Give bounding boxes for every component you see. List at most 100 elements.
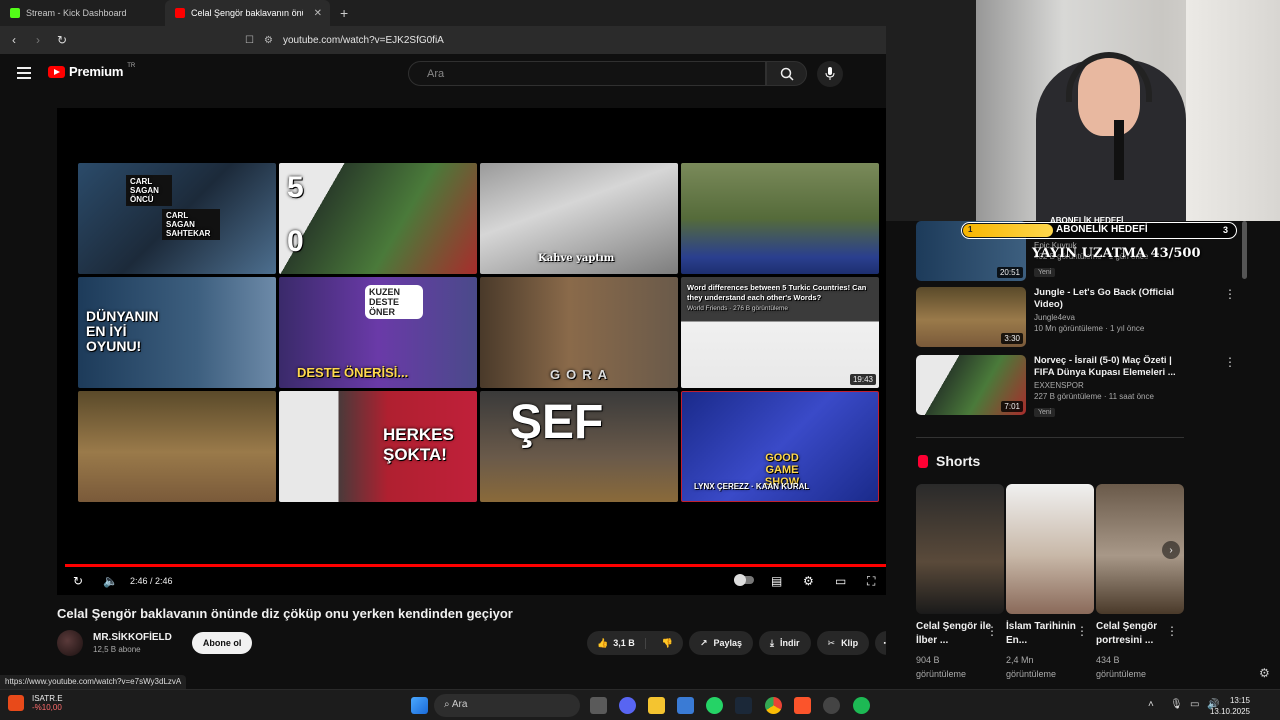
- tab-kick-dashboard[interactable]: Stream - Kick Dashboard: [0, 0, 165, 26]
- brave-icon[interactable]: [794, 697, 811, 714]
- subscribe-button[interactable]: Abone ol: [191, 632, 253, 654]
- more-options-icon[interactable]: ⋮: [1224, 287, 1236, 301]
- endscreen-video[interactable]: CARL SAGAN ÖNCÜ CARL SAGAN SAHTEKAR: [78, 163, 276, 274]
- theater-mode-icon[interactable]: ▭: [835, 574, 846, 588]
- like-button[interactable]: 👍 3,1 B: [587, 637, 646, 649]
- video-meta: 227 B görüntüleme · 11 saat önce: [1034, 392, 1154, 401]
- bookmark-icon[interactable]: ☐: [245, 35, 254, 46]
- endscreen-caption: DESTE ÖNERİSİ...: [297, 365, 409, 380]
- chair-shape: [886, 0, 976, 221]
- file-explorer-icon[interactable]: [648, 697, 665, 714]
- windows-start-icon[interactable]: [411, 697, 428, 714]
- endscreen-video[interactable]: 5 0: [279, 163, 477, 274]
- share-icon: ↗: [699, 637, 708, 648]
- menu-icon[interactable]: [17, 67, 31, 79]
- endscreen-caption: DÜNYANIN EN İYİ OYUNU!: [86, 308, 159, 354]
- short-title[interactable]: Celal Şengör portresini ...: [1096, 620, 1176, 648]
- network-icon[interactable]: ▭: [1190, 699, 1199, 710]
- video-info: Jungle - Let's Go Back (Official Video) …: [1034, 287, 1184, 347]
- search-input[interactable]: Ara: [408, 61, 766, 86]
- endscreen-video[interactable]: GORA: [480, 277, 678, 388]
- video-player[interactable]: CARL SAGAN ÖNCÜ CARL SAGAN SAHTEKAR 5 0 …: [57, 108, 895, 595]
- endscreen-video[interactable]: [78, 391, 276, 502]
- endscreen-video[interactable]: Kahve yaptım: [480, 163, 678, 274]
- replay-icon[interactable]: ↻: [73, 574, 83, 588]
- settings-icon[interactable]: ⚙: [803, 574, 814, 588]
- reload-button[interactable]: ↻: [52, 33, 72, 47]
- endscreen-video[interactable]: DÜNYANIN EN İYİ OYUNU!: [78, 277, 276, 388]
- task-view-icon[interactable]: [590, 697, 607, 714]
- youtube-premium-logo[interactable]: Premium TR: [48, 63, 135, 79]
- whatsapp-icon[interactable]: [706, 697, 723, 714]
- recommended-video[interactable]: 3:30 Jungle - Let's Go Back (Official Vi…: [916, 287, 1236, 347]
- short-thumbnail[interactable]: [1006, 484, 1094, 614]
- short-title[interactable]: Celal Şengör ile İlber ...: [916, 620, 996, 648]
- headphones-icon: [1066, 52, 1152, 102]
- steam-icon[interactable]: [735, 697, 752, 714]
- volume-icon[interactable]: 🔈: [103, 574, 118, 588]
- short-thumbnail[interactable]: [916, 484, 1004, 614]
- taskbar-search[interactable]: ⌕ Ara: [434, 694, 580, 717]
- next-chevron-icon[interactable]: ›: [1162, 541, 1180, 559]
- spotify-icon[interactable]: [853, 697, 870, 714]
- url-field[interactable]: ☐ ⚙ youtube.com/watch?v=EJK2SfG0fiA: [245, 30, 885, 50]
- more-options-icon[interactable]: ⋮: [1166, 624, 1178, 638]
- more-options-icon[interactable]: ⋮: [986, 624, 998, 638]
- subtitles-icon[interactable]: ▤: [771, 574, 782, 588]
- stream-extend-counter: YAYIN UZATMA 43/500: [1032, 246, 1201, 261]
- voice-search-button[interactable]: [817, 61, 843, 87]
- more-options-icon[interactable]: ⋮: [1224, 355, 1236, 369]
- video-thumbnail[interactable]: 7:01: [916, 355, 1026, 415]
- stock-widget[interactable]: ISATR.E -%10,00: [8, 694, 63, 712]
- back-button[interactable]: ‹: [4, 33, 24, 47]
- goal-title: ABONELİK HEDEFİ: [1056, 224, 1148, 235]
- share-button[interactable]: ↗ Paylaş: [688, 631, 754, 655]
- short-views: 2,4 Mn görüntüleme: [1006, 655, 1057, 679]
- recommended-video[interactable]: 7:01 Norveç - İsrail (5-0) Maç Özeti | F…: [916, 355, 1236, 417]
- video-title: Norveç - İsrail (5-0) Maç Özeti | FIFA D…: [1034, 355, 1176, 378]
- site-info-icon[interactable]: ⚙: [264, 35, 273, 46]
- search-icon: [780, 67, 794, 81]
- store-icon[interactable]: [677, 697, 694, 714]
- clip-button[interactable]: ✂ Klip: [816, 631, 870, 655]
- endscreen-video[interactable]: [681, 163, 879, 274]
- autoplay-toggle[interactable]: [734, 574, 754, 588]
- channel-name[interactable]: MR.SİKKOFİELD: [93, 632, 172, 643]
- channel-avatar[interactable]: [57, 630, 83, 656]
- download-icon: ⤓: [770, 637, 775, 648]
- short-views: 904 B görüntüleme: [916, 655, 967, 679]
- obs-icon[interactable]: [823, 697, 840, 714]
- endscreen-video[interactable]: Word differences between 5 Turkic Countr…: [681, 277, 879, 388]
- progress-bar[interactable]: [65, 561, 895, 570]
- endscreen-video[interactable]: ŞEF: [480, 391, 678, 502]
- kick-favicon-icon: [10, 8, 20, 18]
- new-tab-button[interactable]: +: [330, 0, 358, 26]
- close-tab-icon[interactable]: ✕: [314, 8, 322, 19]
- tray-chevron-icon[interactable]: ˄: [1148, 699, 1154, 710]
- video-thumbnail[interactable]: 3:30: [916, 287, 1026, 347]
- more-options-icon[interactable]: ⋮: [1076, 624, 1088, 638]
- chrome-icon[interactable]: [765, 697, 782, 714]
- download-button[interactable]: ⤓ İndir: [759, 631, 811, 655]
- settings-gear-icon[interactable]: ⚙: [1259, 666, 1270, 680]
- fullscreen-icon[interactable]: ⛶: [867, 574, 875, 589]
- forward-button[interactable]: ›: [28, 33, 48, 47]
- endscreen-video[interactable]: KUZEN DESTE ÖNER DESTE ÖNERİSİ...: [279, 277, 477, 388]
- short-thumbnail[interactable]: ›: [1096, 484, 1184, 614]
- microphone-tray-icon[interactable]: 🎙: [1170, 699, 1183, 710]
- new-badge: Yeni: [1034, 268, 1056, 277]
- discord-icon[interactable]: [619, 697, 636, 714]
- video-duration: 19:43: [849, 374, 876, 385]
- search-button[interactable]: [766, 61, 807, 86]
- clip-label: Klip: [841, 638, 859, 648]
- endscreen-caption: World Friends · 276 B görüntüleme: [687, 305, 789, 312]
- endscreen-video[interactable]: GOOD GAME SHOW LYNX ÇEREZZ · KAAN KURAL: [681, 391, 879, 502]
- tab-youtube-video[interactable]: Celal Şengör baklavanın önünde ✕: [165, 0, 330, 26]
- short-title[interactable]: İslam Tarihinin En...: [1006, 620, 1086, 648]
- endscreen-video[interactable]: HERKES ŞOKTA!: [279, 391, 477, 502]
- scrollbar-thumb[interactable]: [1242, 221, 1247, 279]
- system-clock[interactable]: 13:15 13.10.2025: [1210, 695, 1250, 717]
- action-bar: 👍 3,1 B 👎 ↗ Paylaş ⤓ İndir ✂ Klip ⋯: [587, 631, 901, 655]
- goal-fill: [963, 224, 1053, 237]
- dislike-button[interactable]: 👎: [652, 638, 683, 649]
